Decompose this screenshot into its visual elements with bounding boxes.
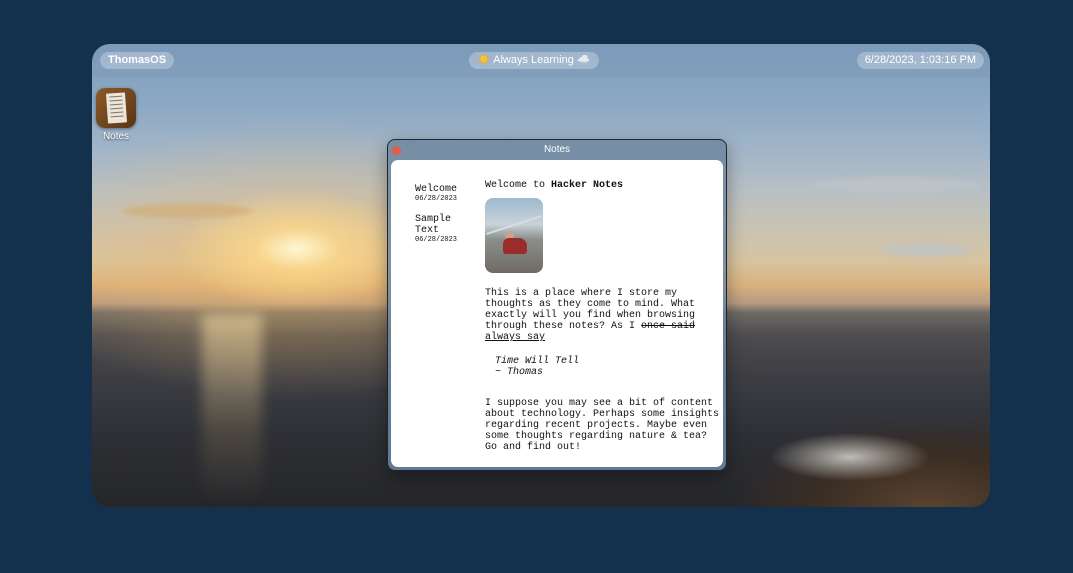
note-quote: Time Will Tell ~ Thomas bbox=[495, 356, 721, 378]
note-paragraph: This is a place where I store my thought… bbox=[485, 288, 721, 343]
sun-reflection bbox=[202, 314, 262, 504]
status-pill: ☀️ Always Learning ☁️ bbox=[469, 52, 599, 69]
os-brand[interactable]: ThomasOS bbox=[100, 52, 175, 69]
notes-content: Welcome 06/28/2023 Sample Text 06/28/202… bbox=[391, 160, 723, 467]
note-body[interactable]: Welcome to Hacker Notes This is a place … bbox=[485, 180, 721, 466]
quote-author: ~ Thomas bbox=[495, 367, 544, 378]
notes-list: Welcome 06/28/2023 Sample Text 06/28/202… bbox=[415, 184, 475, 255]
desktop-icon-label: Notes bbox=[102, 131, 130, 142]
menu-bar: ThomasOS ☀️ Always Learning ☁️ 6/28/2023… bbox=[92, 44, 990, 78]
struck-text: once said bbox=[641, 321, 696, 332]
note-heading: Welcome to Hacker Notes bbox=[485, 180, 721, 191]
note-list-item[interactable]: Welcome 06/28/2023 bbox=[415, 184, 475, 204]
clock: 6/28/2023, 1:03:16 PM bbox=[856, 52, 984, 69]
notes-window[interactable]: Notes Welcome 06/28/2023 Sample Text 06/… bbox=[387, 139, 727, 471]
photo-person bbox=[503, 238, 527, 254]
heading-prefix: Welcome to bbox=[485, 180, 552, 191]
cloud bbox=[882, 244, 972, 256]
heading-bold: Hacker Notes bbox=[551, 180, 624, 191]
quote-text: Time Will Tell bbox=[495, 356, 580, 367]
note-photo bbox=[485, 198, 543, 273]
cloud bbox=[122, 204, 252, 218]
notes-app-icon bbox=[96, 88, 136, 128]
note-list-title: Welcome bbox=[415, 184, 458, 195]
window-title: Notes bbox=[543, 144, 571, 155]
close-icon[interactable] bbox=[392, 146, 401, 155]
note-paragraph: I suppose you may see a bit of content a… bbox=[485, 398, 720, 453]
note-list-item[interactable]: Sample Text 06/28/2023 bbox=[415, 214, 475, 245]
desktop-screen: ThomasOS ☀️ Always Learning ☁️ 6/28/2023… bbox=[92, 44, 990, 507]
cloud bbox=[812, 177, 982, 193]
note-list-date: 06/28/2023 bbox=[415, 236, 458, 244]
note-list-date: 06/28/2023 bbox=[415, 195, 458, 203]
paper-icon bbox=[105, 92, 128, 124]
surf bbox=[750, 417, 950, 487]
window-titlebar[interactable]: Notes bbox=[388, 140, 726, 160]
desktop-icon-notes[interactable]: Notes bbox=[96, 88, 136, 142]
photo-railing bbox=[486, 215, 542, 235]
note-list-title: Sample Text bbox=[415, 214, 452, 236]
underlined-text: always say bbox=[485, 332, 546, 343]
